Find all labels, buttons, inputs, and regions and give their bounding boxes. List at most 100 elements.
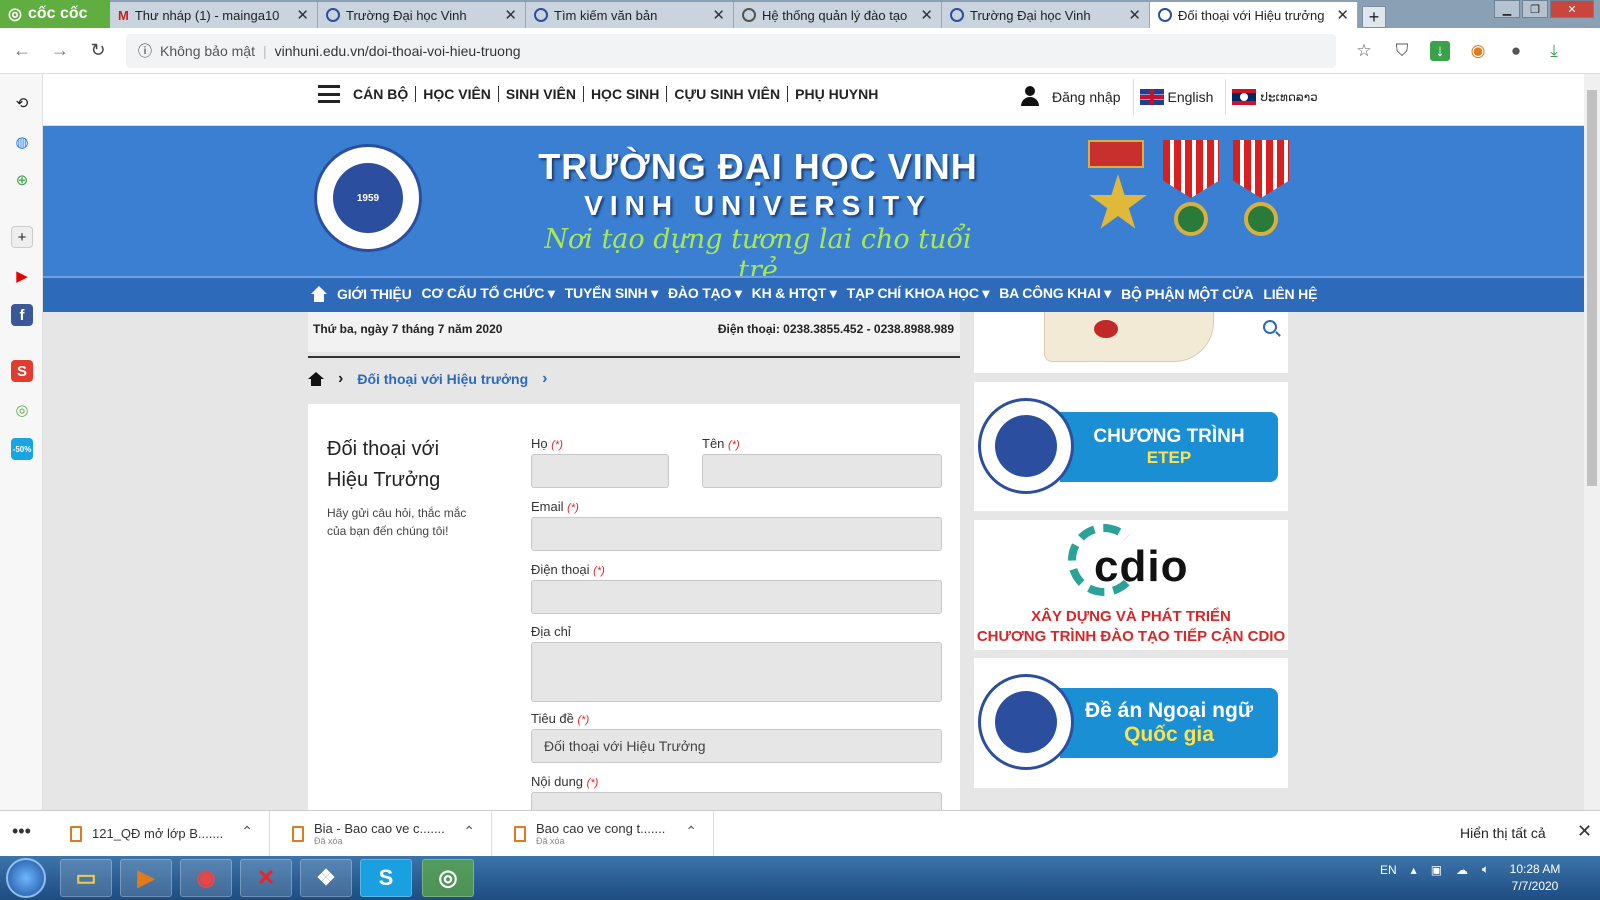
url-text[interactable]: vinhuni.edu.vn/doi-thoai-voi-hieu-truong xyxy=(275,43,521,59)
discount-icon[interactable]: -50% xyxy=(11,438,33,460)
profile-icon[interactable]: ● xyxy=(1506,41,1526,61)
breadcrumb-current[interactable]: Đối thoại với Hiệu trưởng xyxy=(357,371,528,387)
lang-english[interactable]: English xyxy=(1132,79,1213,115)
more-icon[interactable]: ••• xyxy=(12,821,31,842)
ten-label: Tên (*) xyxy=(702,436,740,451)
content-textarea[interactable] xyxy=(531,792,942,810)
subject-input[interactable]: Đối thoại với Hiệu Trưởng xyxy=(531,729,942,763)
nav-lien-he[interactable]: LIÊN HỆ xyxy=(1258,286,1322,302)
ten-input[interactable] xyxy=(702,454,942,488)
download-item[interactable]: 121_QĐ mở lớp B....... ⌃ xyxy=(48,811,270,857)
coccoc-taskbar-icon[interactable]: ◎ xyxy=(422,859,474,897)
role-link-phuhuynh[interactable]: PHỤ HUYNH xyxy=(788,86,885,102)
download-icon[interactable]: ↓ xyxy=(1430,40,1450,61)
close-window-icon[interactable]: ✕ xyxy=(1550,0,1594,18)
role-link-sinhvien[interactable]: SINH VIÊN xyxy=(499,86,584,102)
role-link-hocvien[interactable]: HỌC VIÊN xyxy=(416,86,499,102)
messenger-icon[interactable]: ◍ xyxy=(11,131,33,153)
game-icon[interactable]: ⊕ xyxy=(11,169,33,191)
nav-ba-cong-khai[interactable]: BA CÔNG KHAI ▾ xyxy=(994,285,1116,302)
role-link-cuusinhvien[interactable]: CỰU SINH VIÊN xyxy=(667,86,789,102)
nav-dao-tao[interactable]: ĐÀO TẠO ▾ xyxy=(663,285,747,302)
bookmark-star-icon[interactable]: ☆ xyxy=(1354,41,1374,61)
tray-expand-icon[interactable]: ▴ xyxy=(1411,863,1417,877)
skype-icon[interactable]: S xyxy=(360,859,412,897)
email-input[interactable] xyxy=(531,517,942,551)
tab-vinhuni-1[interactable]: Trường Đại học Vinh ✕ xyxy=(318,2,526,28)
university-logo[interactable]: 1959 xyxy=(314,144,422,252)
cdio-banner[interactable]: cdio XÂY DỰNG VÀ PHÁT TRIỂN CHƯƠNG TRÌNH… xyxy=(974,520,1288,650)
info-icon[interactable]: ⓘ xyxy=(138,41,152,61)
tab-dialogue-active[interactable]: Đối thoại với Hiệu trưởng ✕ xyxy=(1150,2,1358,28)
chevron-up-icon[interactable]: ⌃ xyxy=(685,823,697,840)
file-explorer-icon[interactable]: ▭ xyxy=(60,859,112,897)
maximize-icon[interactable]: ❐ xyxy=(1522,0,1548,18)
chevron-right-icon: › xyxy=(542,370,548,387)
etep-banner[interactable]: CHƯƠNG TRÌNH ETEP xyxy=(974,382,1288,511)
close-tab-icon[interactable]: ✕ xyxy=(712,6,725,24)
start-button-icon[interactable] xyxy=(6,858,46,898)
facebook-icon[interactable]: f xyxy=(11,304,33,326)
media-player-icon[interactable]: ▶ xyxy=(120,859,172,897)
phone-input[interactable] xyxy=(531,580,942,614)
tab-training-system[interactable]: Hệ thống quản lý đào tạo ✕ xyxy=(734,2,942,28)
download-item[interactable]: Bao cao ve cong t....... Đã xóa ⌃ xyxy=(492,811,714,857)
nav-bo-phan-mot-cua[interactable]: BỘ PHẬN MỘT CỬA xyxy=(1116,286,1258,302)
close-tab-icon[interactable]: ✕ xyxy=(1128,6,1141,24)
address-textarea[interactable] xyxy=(531,642,942,702)
minimize-icon[interactable]: ▁ xyxy=(1494,0,1520,18)
chevron-up-icon[interactable]: ⌃ xyxy=(241,823,253,840)
page-scrollbar[interactable] xyxy=(1584,74,1600,810)
coccoc-green-icon[interactable]: ◎ xyxy=(11,399,33,421)
omnibox[interactable]: ⓘ Không bảo mật | vinhuni.edu.vn/doi-tho… xyxy=(126,33,1336,68)
search-icon[interactable] xyxy=(1263,320,1277,334)
role-link-hocsinh[interactable]: HỌC SINH xyxy=(584,86,668,102)
tab-gmail[interactable]: M Thư nháp (1) - mainga10 ✕ xyxy=(110,2,318,28)
chevron-up-icon[interactable]: ⌃ xyxy=(463,823,475,840)
new-tab-button[interactable]: + xyxy=(1362,6,1386,28)
volume-icon[interactable]: 🔈︎ xyxy=(1482,862,1489,877)
system-clock[interactable]: 10:28 AM 7/7/2020 xyxy=(1500,861,1570,895)
nav-kh-htqt[interactable]: KH & HTQT ▾ xyxy=(747,285,842,302)
close-tab-icon[interactable]: ✕ xyxy=(920,6,933,24)
breadcrumb-home-icon[interactable] xyxy=(308,372,324,386)
back-icon[interactable]: ← xyxy=(12,40,32,61)
nav-tap-chi[interactable]: TẠP CHÍ KHOA HỌC ▾ xyxy=(842,285,995,302)
diploma-image xyxy=(1044,312,1214,362)
shopee-icon[interactable]: S xyxy=(11,360,33,382)
lang-lao[interactable]: ປະເທດລາວ xyxy=(1225,79,1318,115)
ho-input[interactable] xyxy=(531,454,669,488)
hamburger-menu-icon[interactable] xyxy=(318,85,340,103)
coccoc-brand[interactable]: ◎ cốc cốc xyxy=(0,0,110,28)
shield-icon[interactable]: ⛉ xyxy=(1392,41,1412,61)
input-language[interactable]: EN xyxy=(1380,863,1397,877)
foreign-language-banner[interactable]: Đề án Ngoại ngữ Quốc gia xyxy=(974,658,1288,788)
tab-search-docs[interactable]: Tìm kiếm văn bản ✕ xyxy=(526,2,734,28)
download-item[interactable]: Bia - Bao cao ve c....... Đã xóa ⌃ xyxy=(270,811,492,857)
nav-tuyen-sinh[interactable]: TUYỂN SINH ▾ xyxy=(560,285,663,302)
role-link-canbo[interactable]: CÁN BỘ xyxy=(353,86,417,102)
reload-icon[interactable]: ↻ xyxy=(88,40,108,61)
close-tab-icon[interactable]: ✕ xyxy=(504,6,517,24)
home-icon[interactable] xyxy=(310,285,328,302)
history-icon[interactable]: ⟲ xyxy=(11,92,33,114)
network-icon[interactable]: ▣ xyxy=(1431,863,1442,877)
show-all-downloads[interactable]: Hiển thị tất cả xyxy=(1460,825,1546,841)
dropbox-icon[interactable]: ❖ xyxy=(300,859,352,897)
cloud-icon[interactable]: ☁ xyxy=(1456,863,1468,877)
nav-co-cau-to-chuc[interactable]: CƠ CẤU TỔ CHỨC ▾ xyxy=(417,285,560,302)
user-icon[interactable] xyxy=(1020,86,1040,108)
close-downloads-icon[interactable]: ✕ xyxy=(1577,821,1592,842)
login-link[interactable]: Đăng nhập xyxy=(1052,89,1121,105)
close-tab-icon[interactable]: ✕ xyxy=(1336,6,1349,24)
tab-vinhuni-2[interactable]: Trường Đại học Vinh ✕ xyxy=(942,2,1150,28)
nav-gioi-thieu[interactable]: GIỚI THIỆU xyxy=(332,286,417,302)
forward-icon[interactable]: → xyxy=(50,40,70,61)
coccoc-extension-icon[interactable]: ◉ xyxy=(1468,41,1488,61)
red-x-app-icon[interactable]: ✕ xyxy=(240,859,292,897)
add-shortcut-icon[interactable]: + xyxy=(11,226,33,248)
chrome-icon[interactable]: ◉ xyxy=(180,859,232,897)
downloads-status-icon[interactable]: ⤓ xyxy=(1544,41,1564,61)
close-tab-icon[interactable]: ✕ xyxy=(296,6,309,24)
youtube-icon[interactable]: ▶ xyxy=(11,265,33,287)
